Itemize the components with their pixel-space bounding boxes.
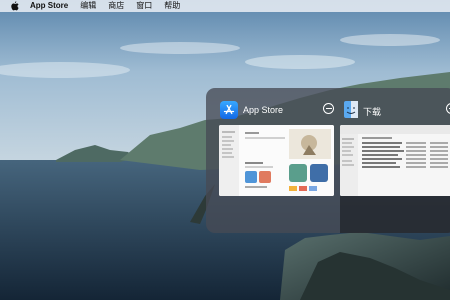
- app-title: App Store: [243, 105, 284, 115]
- minimize-button[interactable]: [323, 103, 334, 114]
- minimize-button[interactable]: [446, 103, 450, 114]
- app-store-window-preview[interactable]: [219, 125, 334, 196]
- menu-window[interactable]: 窗口: [136, 0, 152, 12]
- menu-bar: App Store 编辑 商店 窗口 帮助: [0, 0, 450, 12]
- card-header: 下载: [340, 101, 450, 119]
- card-header: App Store: [206, 101, 336, 119]
- switcher-item-downloads[interactable]: 下载: [340, 88, 450, 233]
- app-store-icon: [220, 101, 238, 119]
- finder-window-preview[interactable]: [340, 125, 450, 196]
- menu-edit[interactable]: 编辑: [80, 0, 96, 12]
- finder-icon: [344, 101, 358, 118]
- switcher-item-app-store[interactable]: App Store: [206, 88, 336, 233]
- menu-app-store[interactable]: App Store: [30, 0, 68, 12]
- apple-icon[interactable]: [11, 1, 20, 11]
- app-title: 下载: [363, 107, 382, 117]
- app-switcher: App Store 下载: [206, 88, 450, 233]
- menu-store[interactable]: 商店: [108, 0, 124, 12]
- menu-help[interactable]: 帮助: [164, 0, 180, 12]
